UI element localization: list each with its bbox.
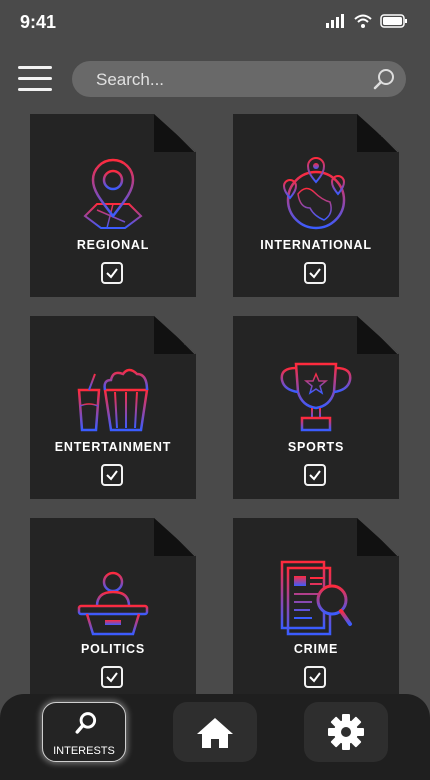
card-crime[interactable]: CRIME	[233, 518, 399, 701]
card-sports[interactable]: SPORTS	[233, 316, 399, 499]
card-entertainment[interactable]: ENTERTAINMENT	[30, 316, 196, 499]
nav-label: INTERESTS	[53, 745, 115, 757]
card-regional[interactable]: REGIONAL	[30, 114, 196, 297]
card-fold	[357, 518, 399, 556]
card-fold	[154, 114, 196, 152]
checkbox-regional[interactable]	[101, 262, 123, 284]
checkmark-icon	[309, 672, 321, 683]
investigation-file-icon	[280, 560, 352, 636]
bottom-nav: INTERESTS	[0, 694, 430, 780]
card-label: POLITICS	[80, 642, 146, 656]
globe-pins-icon	[282, 157, 346, 230]
card-fold	[357, 316, 399, 354]
podium-speaker-icon	[77, 571, 149, 636]
checkmark-icon	[309, 268, 321, 279]
status-bar: 9:41	[0, 0, 430, 46]
card-fold	[154, 518, 196, 556]
search-icon[interactable]	[372, 67, 396, 91]
status-icons	[326, 14, 408, 28]
checkbox-sports[interactable]	[304, 464, 326, 486]
checkmark-icon	[309, 470, 321, 481]
home-icon	[197, 718, 233, 748]
gear-icon	[328, 714, 364, 750]
nav-interests-button[interactable]: INTERESTS	[42, 702, 126, 762]
status-time: 9:41	[20, 12, 57, 32]
card-fold	[357, 114, 399, 152]
search-bar[interactable]	[72, 61, 406, 99]
hamburger-icon-line	[18, 88, 52, 91]
checkmark-icon	[106, 470, 118, 481]
checkbox-crime[interactable]	[304, 666, 326, 688]
checkbox-politics[interactable]	[101, 666, 123, 688]
card-international[interactable]: INTERNATIONAL	[233, 114, 399, 297]
interest-grid: REGIONAL INTERNATIONAL ENTERTAINMENT SPO…	[0, 114, 430, 714]
search-input[interactable]	[94, 61, 358, 99]
hamburger-icon	[18, 66, 52, 69]
menu-button[interactable]	[18, 66, 52, 94]
map-pin-icon	[83, 158, 143, 229]
nav-settings-button[interactable]	[304, 702, 388, 762]
card-fold	[154, 316, 196, 354]
popcorn-drink-icon	[77, 368, 149, 432]
trophy-icon	[280, 362, 352, 432]
checkmark-icon	[106, 268, 118, 279]
card-label: SPORTS	[287, 440, 345, 454]
checkbox-entertainment[interactable]	[101, 464, 123, 486]
battery-icon	[380, 14, 407, 28]
card-label: INTERNATIONAL	[260, 238, 372, 252]
card-label: ENTERTAINMENT	[54, 440, 172, 454]
card-label: CRIME	[293, 642, 339, 656]
wifi-icon	[354, 14, 372, 28]
checkmark-icon	[106, 672, 118, 683]
hamburger-icon-line	[18, 77, 52, 80]
card-politics[interactable]: POLITICS	[30, 518, 196, 701]
signal-icon	[326, 14, 344, 28]
nav-home-button[interactable]	[173, 702, 257, 762]
card-label: REGIONAL	[76, 238, 150, 252]
checkbox-international[interactable]	[304, 262, 326, 284]
